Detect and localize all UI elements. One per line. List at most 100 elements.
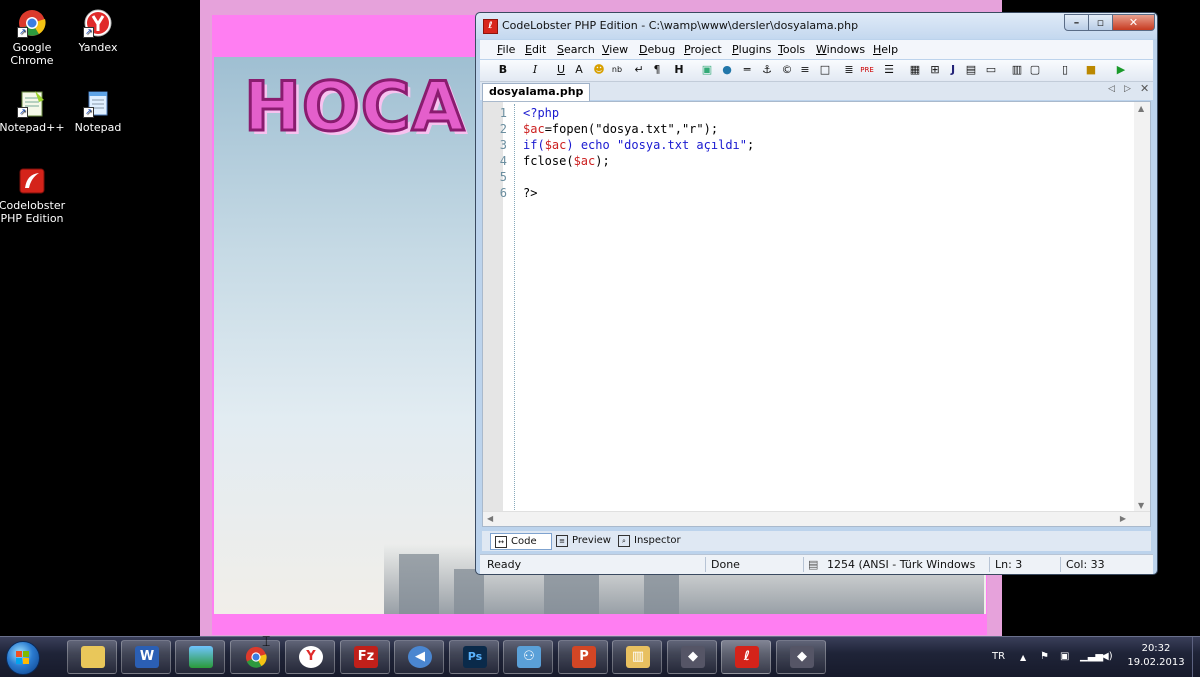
taskbar-codelobster[interactable]: ℓ — [721, 640, 771, 674]
show-desktop-button[interactable] — [1192, 637, 1200, 677]
line-break-icon[interactable]: ↵ — [632, 63, 646, 77]
form-icon[interactable]: ⊞ — [928, 63, 942, 77]
tab-label: Code — [511, 536, 537, 547]
taskbar-media[interactable]: ◀ — [394, 640, 444, 674]
menu-search[interactable]: Search — [557, 43, 595, 56]
heading-icon[interactable]: H — [672, 63, 686, 77]
scroll-down-icon[interactable]: ▼ — [1138, 501, 1144, 510]
minimize-button[interactable]: – — [1064, 14, 1089, 31]
menu-view[interactable]: View — [602, 43, 628, 56]
window-layout-icon[interactable]: ▢ — [1028, 63, 1042, 77]
tab-close-icon[interactable]: ✕ — [1140, 82, 1149, 95]
bold-icon[interactable]: B — [496, 63, 510, 77]
image-icon[interactable]: ▣ — [700, 63, 714, 77]
window-titlebar[interactable]: ℓ CodeLobster PHP Edition - C:\wamp\www\… — [476, 13, 1157, 39]
copyright-icon[interactable]: © — [780, 63, 794, 77]
code-editor[interactable]: 1 2 3 4 5 6 <?php $ac=fopen("dosya.txt",… — [482, 101, 1151, 527]
system-clock[interactable]: 20:32 19.02.2013 — [1125, 642, 1187, 670]
taskbar-powerpoint[interactable]: P — [558, 640, 608, 674]
horizontal-scrollbar[interactable]: ◀ ▶ — [483, 511, 1150, 526]
scroll-left-icon[interactable]: ◀ — [487, 514, 493, 523]
code-content[interactable]: <?php $ac=fopen("dosya.txt","r"); if($ac… — [523, 105, 754, 201]
taskbar-app-a[interactable]: ◆ — [667, 640, 717, 674]
menu-windows[interactable]: Windows — [816, 43, 865, 56]
align-icon[interactable]: ≡ — [798, 63, 812, 77]
tab-prev-icon[interactable]: ◁ — [1108, 84, 1115, 94]
square-icon[interactable]: □ — [818, 63, 832, 77]
file-tab-dosyalama[interactable]: dosyalama.php — [482, 83, 591, 101]
tab-code[interactable]: ↔ Code — [490, 533, 552, 550]
lock-icon[interactable]: ■ — [1084, 63, 1098, 77]
notepad-icon: ↗ — [83, 88, 113, 118]
line-number: 3 — [499, 138, 507, 152]
italic-icon[interactable]: I — [528, 63, 542, 77]
start-button[interactable] — [6, 641, 40, 675]
horizontal-rule-icon[interactable]: ═ — [740, 63, 754, 77]
tab-next-icon[interactable]: ▷ — [1124, 84, 1131, 94]
volume-icon[interactable]: ◀) — [1101, 651, 1113, 662]
codelobster-app-icon[interactable]: ℓ — [483, 19, 498, 34]
action-center-flag-icon[interactable]: ⚑ — [1040, 651, 1049, 662]
desktop-icon-codelobster[interactable]: Codelobster PHP Edition — [0, 166, 67, 225]
menu-plugins[interactable]: Plugins — [732, 43, 771, 56]
frame-icon[interactable]: ▥ — [1010, 63, 1024, 77]
underline-icon[interactable]: U — [554, 63, 568, 77]
taskbar-filezilla[interactable]: Fz — [340, 640, 390, 674]
scroll-right-icon[interactable]: ▶ — [1120, 514, 1126, 523]
taskbar-app-b[interactable]: ◆ — [776, 640, 826, 674]
desktop-icon-yandex[interactable]: ↗ Yandex — [63, 8, 133, 54]
close-button[interactable]: ✕ — [1112, 14, 1155, 31]
tab-preview[interactable]: ≡ Preview — [552, 533, 615, 548]
taskbar-yandex[interactable]: Y — [285, 640, 335, 674]
paragraph-icon[interactable]: ¶ — [650, 63, 664, 77]
taskbar-photoshop[interactable]: Ps — [449, 640, 499, 674]
line-number: 5 — [499, 170, 507, 184]
document-icon[interactable]: ▯ — [1058, 63, 1072, 77]
menu-tools[interactable]: Tools — [778, 43, 805, 56]
list-icon[interactable]: ☰ — [882, 63, 896, 77]
desktop-icon-google-chrome[interactable]: ↗ Google Chrome — [0, 8, 67, 67]
font-color-icon[interactable]: A — [572, 63, 586, 77]
scroll-up-icon[interactable]: ▲ — [1138, 104, 1144, 113]
menu-project[interactable]: Project — [684, 43, 722, 56]
status-separator — [989, 557, 990, 572]
link-icon[interactable]: ● — [720, 63, 734, 77]
menu-debug[interactable]: Debug — [639, 43, 675, 56]
taskbar-explorer[interactable] — [67, 640, 117, 674]
desktop-icon-notepad-plus-plus[interactable]: ↗ Notepad++ — [0, 88, 67, 134]
desktop-icon-notepad[interactable]: ↗ Notepad — [63, 88, 133, 134]
language-indicator[interactable]: TR — [992, 651, 1005, 662]
taskbar-photo-viewer[interactable] — [175, 640, 225, 674]
desktop-icon-label: Notepad — [74, 121, 122, 134]
mouse-cursor-icon: ⌶ — [262, 634, 271, 650]
tab-inspector[interactable]: ⌕ Inspector — [614, 533, 685, 548]
table-icon[interactable]: ▦ — [908, 63, 922, 77]
line-numbers: 1 2 3 4 5 6 — [483, 105, 511, 201]
code-line: $ac=fopen("dosya.txt","r"); — [523, 121, 754, 137]
taskbar-word[interactable]: W — [121, 640, 171, 674]
run-icon[interactable]: ▶ — [1114, 63, 1128, 77]
device-icon[interactable]: ▣ — [1060, 651, 1069, 662]
menu-edit[interactable]: Edit — [525, 43, 546, 56]
javascript-icon[interactable]: J — [946, 63, 960, 77]
taskbar: W Y Fz ◀ Ps ⚇ P ▥ ◆ ℓ ◆ TR ▲ ⚑ ▣ ▁▃▅ ◀) … — [0, 636, 1200, 677]
status-ready: Ready — [487, 558, 522, 571]
menu-help[interactable]: Help — [873, 43, 898, 56]
taskbar-network[interactable]: ⚇ — [503, 640, 553, 674]
network-signal-icon[interactable]: ▁▃▅ — [1080, 651, 1103, 662]
status-bar: Ready Done ▤ 1254 (ANSI - Türk Windows L… — [480, 554, 1153, 574]
pre-icon[interactable]: PRE — [860, 63, 874, 77]
maximize-button[interactable]: ▫ — [1088, 14, 1113, 31]
menu-file[interactable]: File — [497, 43, 515, 56]
nbsp-icon[interactable]: nb — [610, 63, 624, 77]
taskbar-chrome[interactable] — [230, 640, 280, 674]
vertical-scrollbar[interactable]: ▲ ▼ — [1134, 102, 1150, 512]
desktop-icon-label: Codelobster PHP Edition — [0, 199, 66, 225]
input-icon[interactable]: ▭ — [984, 63, 998, 77]
anchor-icon[interactable]: ⚓ — [760, 63, 774, 77]
center-icon[interactable]: ≣ — [842, 63, 856, 77]
show-hidden-icons-icon[interactable]: ▲ — [1020, 653, 1026, 662]
taskbar-file-manager[interactable]: ▥ — [612, 640, 662, 674]
smiley-icon[interactable]: ☻ — [592, 63, 606, 77]
textarea-icon[interactable]: ▤ — [964, 63, 978, 77]
